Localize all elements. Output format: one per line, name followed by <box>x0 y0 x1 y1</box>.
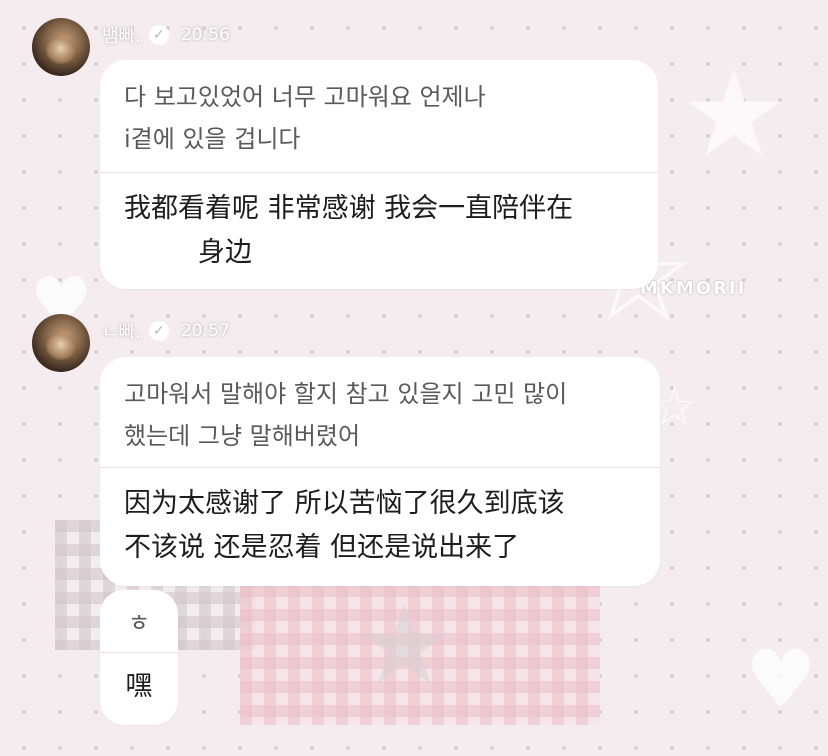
avatar[interactable] <box>32 314 90 372</box>
background-star-decoration: ★ <box>355 581 454 709</box>
translation-text: 我都看着呢 非常感谢 我会一直陪伴在 身边 <box>100 173 658 289</box>
korean-line: ㅎ <box>127 609 151 637</box>
message-bubble[interactable]: 고마워서 말해야 할지 참고 있을지 고민 많이 했는데 그냥 말해버렸어 因为… <box>100 357 660 586</box>
translation-line: 不该说 还是忍着 但还是说出来了 <box>124 532 520 563</box>
verified-check-icon: ✓ <box>148 25 169 45</box>
translation-line: 因为太感谢了 所以苦恼了很久到底该 <box>124 488 565 519</box>
translation-line: 我都看着呢 非常感谢 我会一直陪伴在 <box>124 193 574 224</box>
korean-text: 다 보고있었어 너무 고마워요 언제나 i곁에 있을 겁니다 <box>100 60 658 172</box>
translation-line: 嘿 <box>125 671 153 702</box>
korean-text: ㅎ <box>100 590 178 652</box>
translation-line: 身边 <box>198 237 252 268</box>
korean-line: 다 보고있었어 너무 고마워요 언제나 <box>124 83 486 111</box>
background-star-decoration: ★ <box>680 45 788 184</box>
message-bubble[interactable]: 다 보고있었어 너무 고마워요 언제나 i곁에 있을 겁니다 我都看着呢 非常感… <box>100 60 658 289</box>
avatar[interactable] <box>32 18 90 76</box>
message-header: 뱀빠. ✓ 20:56 <box>102 22 230 48</box>
translation-text: 嘿 <box>100 653 178 725</box>
message-time: 20:56 <box>180 25 230 45</box>
background-heart-decoration: ♥ <box>745 633 817 726</box>
korean-line: i곁에 있을 겁니다 <box>124 125 301 153</box>
message-time: 20:57 <box>180 321 230 341</box>
translation-text: 因为太感谢了 所以苦恼了很久到底该 不该说 还是忍着 但还是说出来了 <box>100 468 660 586</box>
korean-line: 고마워서 말해야 할지 참고 있을지 고민 많이 <box>124 380 568 408</box>
message-header: ㄴ빠. ✓ 20:57 <box>102 318 230 344</box>
korean-text: 고마워서 말해야 할지 참고 있을지 고민 많이 했는데 그냥 말해버렸어 <box>100 357 660 467</box>
korean-line: 했는데 그냥 말해버렸어 <box>124 422 361 450</box>
sender-name: 뱀빠. <box>102 26 141 47</box>
message-bubble[interactable]: ㅎ 嘿 <box>100 590 178 725</box>
sender-name: ㄴ빠. <box>102 322 141 343</box>
verified-check-icon: ✓ <box>148 321 169 341</box>
